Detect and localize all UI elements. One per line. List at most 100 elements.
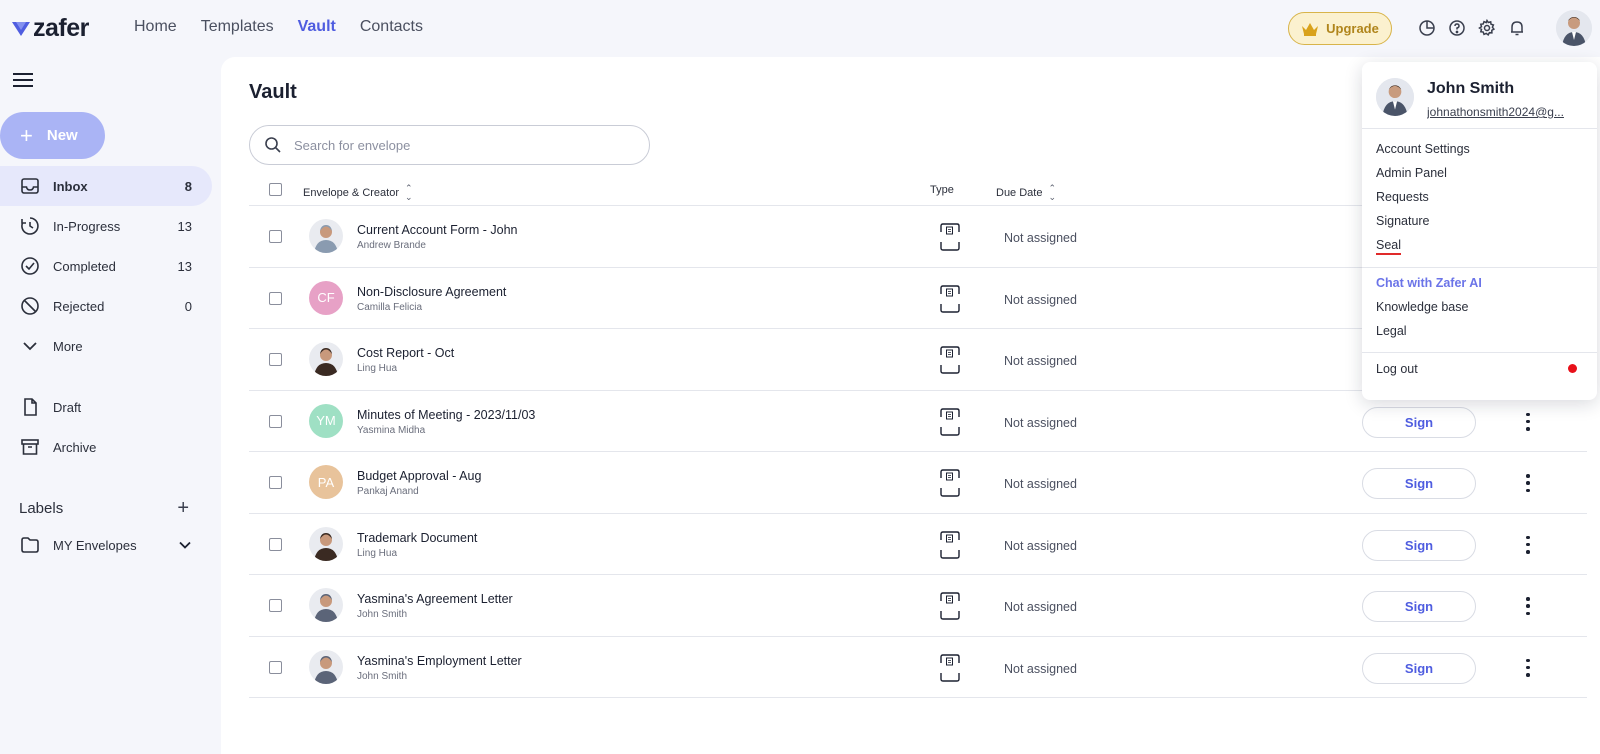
label-item-label: MY Envelopes [53, 537, 137, 553]
table-row[interactable]: PA Budget Approval - Aug Pankaj Anand Not a… [249, 452, 1587, 514]
creator-avatar [309, 219, 343, 253]
more-options-icon[interactable] [1525, 658, 1531, 677]
sidebar-item-count: 13 [177, 218, 192, 234]
menu-signature[interactable]: Signature [1376, 214, 1430, 228]
sidebar-item-label: Rejected [53, 298, 105, 314]
row-checkbox[interactable] [269, 660, 282, 674]
menu-knowledge-base[interactable]: Knowledge base [1376, 300, 1468, 314]
add-label-icon[interactable]: + [177, 497, 189, 520]
page-title: Vault [249, 81, 297, 103]
envelope-title[interactable]: Non-Disclosure Agreement [357, 285, 506, 299]
creator-avatar [309, 588, 343, 622]
envelope-creator: Camilla Felicia [357, 301, 423, 313]
sidebar-item-rejected[interactable]: Rejected 0 [0, 286, 212, 326]
document-icon [940, 223, 960, 251]
more-options-icon[interactable] [1525, 412, 1531, 431]
upgrade-button[interactable]: Upgrade [1288, 12, 1392, 45]
menu-log-out[interactable]: Log out [1376, 362, 1418, 376]
select-all-checkbox[interactable] [269, 183, 282, 196]
column-envelope[interactable]: Envelope & Creator ⌃ ⌄ [303, 184, 413, 202]
user-menu-email[interactable]: johnathonsmith2024@g... [1427, 105, 1589, 119]
document-icon [940, 284, 960, 313]
table-row[interactable]: Yasmina's Employment Letter John Smith Not… [249, 637, 1587, 698]
envelope-title[interactable]: Trademark Document [357, 531, 477, 545]
sidebar-item-label: Completed [53, 258, 116, 274]
sort-icon: ⌃ ⌄ [1048, 183, 1057, 202]
sidebar: + New Inbox 8 In-Progress 13 Completed 1… [0, 57, 221, 754]
sign-button[interactable]: Sign [1362, 406, 1476, 438]
due-date: Not assigned [1004, 661, 1077, 676]
column-due-date[interactable]: Due Date ⌃ ⌄ [996, 184, 1056, 202]
labels-heading: Labels [19, 500, 64, 517]
envelope-title[interactable]: Current Account Form - John [357, 223, 517, 237]
nav-contacts[interactable]: Contacts [360, 18, 423, 36]
zafer-logo[interactable]: zafer [12, 14, 89, 43]
folder-list: Inbox 8 In-Progress 13 Completed 13 Reje… [0, 166, 212, 366]
search-input[interactable] [294, 137, 614, 153]
due-date: Not assigned [1004, 600, 1077, 614]
chevron-down-icon[interactable] [178, 538, 192, 552]
help-icon[interactable] [1448, 19, 1466, 37]
envelope-title[interactable]: Budget Approval - Aug [357, 469, 481, 483]
analytics-icon[interactable] [1418, 19, 1436, 37]
label-item-my-envelopes[interactable]: MY Envelopes [20, 535, 192, 555]
row-checkbox[interactable] [269, 599, 282, 612]
creator-avatar: YM [309, 403, 343, 438]
search-box[interactable] [249, 125, 650, 165]
menu-legal[interactable]: Legal [1376, 324, 1407, 338]
sidebar-item-completed[interactable]: Completed 13 [0, 246, 212, 286]
gear-icon[interactable] [1478, 19, 1496, 37]
hamburger-menu-icon[interactable] [13, 72, 33, 88]
row-checkbox[interactable] [269, 230, 282, 243]
more-options-icon[interactable] [1525, 474, 1531, 492]
user-avatar[interactable] [1556, 10, 1592, 46]
envelope-title[interactable]: Minutes of Meeting - 2023/11/03 [357, 408, 535, 422]
menu-admin-panel[interactable]: Admin Panel [1376, 166, 1447, 180]
clock-icon [21, 217, 39, 235]
menu-seal[interactable]: Seal [1376, 238, 1402, 255]
nav-vault[interactable]: Vault [298, 18, 336, 36]
envelope-title[interactable]: Cost Report - Oct [357, 346, 454, 360]
envelope-title[interactable]: Yasmina's Employment Letter [357, 654, 522, 668]
new-button[interactable]: + New [0, 112, 105, 159]
due-date: Not assigned [1004, 354, 1077, 368]
nav-templates[interactable]: Templates [201, 18, 274, 36]
more-options-icon[interactable] [1525, 535, 1531, 554]
sidebar-item-in-progress[interactable]: In-Progress 13 [0, 206, 212, 246]
sign-button[interactable]: Sign [1362, 591, 1476, 622]
sidebar-item-draft[interactable]: Draft [0, 387, 212, 427]
sign-button[interactable]: Sign [1362, 468, 1476, 499]
row-checkbox[interactable] [269, 414, 282, 428]
row-checkbox[interactable] [269, 353, 282, 366]
sidebar-item-more[interactable]: More [0, 326, 212, 366]
sign-button[interactable]: Sign [1362, 529, 1476, 561]
table-row[interactable]: Yasmina's Agreement Letter John Smith Not … [249, 575, 1587, 637]
due-date: Not assigned [1004, 231, 1077, 245]
creator-avatar: PA [309, 465, 343, 499]
folder-icon [21, 537, 39, 553]
table-row[interactable]: Trademark Document Ling Hua Not assigned Si… [249, 514, 1587, 575]
sidebar-item-label: Archive [53, 439, 97, 455]
nav-home[interactable]: Home [134, 18, 177, 36]
plus-icon: + [20, 122, 33, 148]
envelope-creator: Ling Hua [357, 363, 398, 374]
divider [1362, 128, 1597, 129]
row-checkbox[interactable] [269, 291, 282, 305]
envelope-title[interactable]: Yasmina's Agreement Letter [357, 592, 513, 606]
row-checkbox[interactable] [269, 476, 282, 489]
more-options-icon[interactable] [1525, 597, 1531, 615]
creator-avatar [309, 342, 343, 376]
sidebar-item-archive[interactable]: Archive [0, 427, 212, 467]
menu-requests[interactable]: Requests [1376, 190, 1429, 204]
ban-icon [21, 297, 39, 315]
person-photo-icon [309, 526, 343, 561]
row-checkbox[interactable] [269, 537, 282, 551]
menu-chat-with-zafer-ai[interactable]: Chat with Zafer AI [1376, 276, 1482, 290]
sort-icon: ⌃ ⌄ [405, 183, 413, 202]
menu-account-settings[interactable]: Account Settings [1376, 142, 1470, 156]
sign-button[interactable]: Sign [1362, 652, 1476, 684]
sidebar-item-label: Draft [53, 399, 82, 415]
sidebar-item-inbox[interactable]: Inbox 8 [0, 166, 212, 206]
bell-icon[interactable] [1508, 19, 1526, 37]
due-date: Not assigned [1004, 538, 1077, 553]
